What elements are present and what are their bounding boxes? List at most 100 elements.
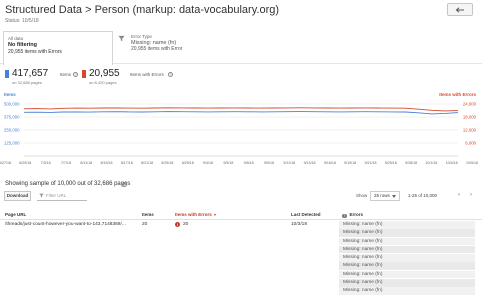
items-swatch	[5, 70, 9, 78]
x-tick-label: 9/9/18	[264, 161, 274, 165]
error-message: Missing: name (fn)	[339, 245, 475, 254]
x-tick-label: 9/16/18	[324, 161, 336, 165]
arrow-left-icon	[455, 6, 464, 13]
column-header-label: Items with Errors	[175, 212, 212, 217]
stat-items-label: Items	[60, 72, 72, 77]
filter-card-label: All data	[8, 36, 24, 41]
x-tick-label: 10/5/18	[466, 161, 478, 165]
help-icon[interactable]: ?	[122, 182, 127, 187]
filter-card-sub: 20,955 items with Error	[131, 46, 183, 52]
x-tick-label: 6/27/18	[0, 161, 11, 165]
filter-row: All data No filtering 20,955 items with …	[0, 31, 482, 65]
errors-series-line	[23, 107, 459, 112]
x-tick-label: 9/11/18	[283, 161, 295, 165]
error-message: Missing: name (fn)	[339, 262, 475, 270]
previous-page-button[interactable]: ‹	[455, 191, 463, 201]
column-header-label: Errors	[349, 212, 364, 217]
chevron-down-icon	[392, 195, 396, 198]
page-title: Structured Data > Person (markup: data-v…	[5, 4, 280, 16]
help-icon[interactable]: ?	[168, 72, 173, 77]
items-series-line	[23, 111, 459, 115]
column-header-page-url[interactable]: Page URL	[5, 212, 26, 217]
error-message: Missing: name (fn)	[339, 254, 475, 262]
chart: Items Items with Errors 500,000 24,000 375,0…	[0, 88, 482, 168]
error-icon: !	[175, 222, 180, 227]
x-tick-label: 10/1/18	[425, 161, 437, 165]
x-tick-label: 9/5/18	[223, 161, 233, 165]
row-items: 20	[142, 222, 148, 227]
download-button[interactable]: Download	[4, 191, 31, 201]
x-tick-label: 9/13/18	[304, 161, 316, 165]
table-row[interactable]: /threads/just-count-however-you-want-to-…	[0, 221, 482, 297]
x-tick-label: 10/4/18	[446, 161, 458, 165]
table-header: Page URL Items Items with Errors Last De…	[0, 209, 482, 220]
back-button[interactable]	[447, 3, 473, 16]
error-message: Missing: name (fn)	[339, 287, 475, 295]
row-page-url[interactable]: /threads/just-count-however-you-want-to-…	[5, 222, 126, 227]
filter-url-input[interactable]: Filter URL	[37, 191, 87, 201]
x-tick-label: 9/28/18	[405, 161, 417, 165]
error-message: Missing: name (fn)	[339, 270, 475, 279]
filter-card-error-type[interactable]: Error Type Missing: name (fn) 20,955 ite…	[113, 31, 233, 64]
row-last-detected: 10/3/18	[291, 222, 308, 227]
stats-row: 417,657 Items ? on 32,686 pages 20,955 I…	[0, 66, 482, 88]
rows-per-page-value: 25 rows	[374, 193, 390, 198]
right-tick-label: 6,000	[465, 141, 476, 146]
stat-items-value: 417,657	[12, 68, 49, 79]
x-tick-label: 8/17/18	[121, 161, 133, 165]
x-tick-label: 9/21/18	[364, 161, 376, 165]
filter-icon	[39, 193, 44, 198]
page-header: Structured Data > Person (markup: data-v…	[0, 0, 482, 26]
x-tick-label: 9/25/18	[385, 161, 397, 165]
left-axis-title: Items	[4, 92, 16, 97]
stat-errors-sub: on 8,420 pages	[89, 80, 117, 85]
right-tick-label: 18,000	[463, 115, 477, 120]
stat-errors-value: 20,955	[89, 68, 120, 79]
next-page-button[interactable]: ›	[467, 191, 475, 201]
filter-url-placeholder: Filter URL	[46, 193, 67, 198]
row-items-with-errors: 20	[183, 222, 189, 227]
pagination-range: 1-25 of 10,000	[408, 193, 438, 198]
x-tick-label: 8/25/18	[161, 161, 173, 165]
x-tick-label: 9/4/18	[203, 161, 213, 165]
filter-card-label: Error Type	[131, 34, 152, 39]
x-tick-label: 6/29/18	[19, 161, 31, 165]
left-tick-label: 125,000	[4, 141, 20, 146]
error-message-list: Missing: name (fn) Missing: name (fn) Mi…	[339, 221, 475, 296]
filter-icon	[118, 35, 125, 42]
help-icon[interactable]: ?	[73, 72, 78, 77]
right-tick-label: 12,000	[463, 128, 477, 133]
page-status: Status: 10/5/18	[5, 18, 39, 24]
error-message: Missing: name (fn)	[339, 229, 475, 237]
x-tick-label: 8/15/18	[101, 161, 113, 165]
table-toolbar: Download Filter URL Show 25 rows 1-25 of…	[0, 190, 482, 204]
filter-card-value: No filtering	[8, 42, 38, 48]
stat-errors-label: Items with Errors	[130, 72, 164, 77]
errors-swatch	[82, 70, 86, 78]
column-header-items-with-errors[interactable]: Items with Errors	[175, 212, 216, 217]
error-icon: !	[342, 213, 347, 218]
error-message: Missing: name (fn)	[339, 279, 475, 287]
left-tick-label: 375,000	[4, 115, 20, 120]
right-tick-label: 24,000	[463, 102, 477, 107]
stat-items-sub: on 32,686 pages	[12, 80, 42, 85]
column-header-last-detected[interactable]: Last Detected	[291, 212, 321, 217]
filter-card-all-data[interactable]: All data No filtering 20,955 items with …	[3, 31, 113, 65]
x-tick-label: 8/21/18	[141, 161, 153, 165]
x-tick-label: 9/19/18	[344, 161, 356, 165]
line-chart: Items Items with Errors 500,000 24,000 375,0…	[0, 92, 478, 165]
left-tick-label: 500,000	[4, 102, 20, 107]
show-label: Show	[356, 193, 368, 198]
x-tick-label: 9/8/18	[244, 161, 254, 165]
column-header-errors[interactable]: ! Errors	[342, 212, 364, 218]
filter-card-sub: 20,955 items with Errors	[8, 49, 62, 55]
x-tick-label: 7/3/18	[41, 161, 51, 165]
x-tick-label: 8/11/18	[80, 161, 92, 165]
sample-text: Showing sample of 10,000 out of 32,686 p…	[5, 181, 131, 187]
error-message: Missing: name (fn)	[339, 237, 475, 246]
x-tick-label: 7/7/18	[61, 161, 71, 165]
left-tick-label: 250,000	[4, 128, 20, 133]
error-message: Missing: name (fn)	[339, 221, 475, 229]
rows-per-page-select[interactable]: 25 rows	[370, 191, 400, 201]
column-header-items[interactable]: Items	[142, 212, 154, 217]
